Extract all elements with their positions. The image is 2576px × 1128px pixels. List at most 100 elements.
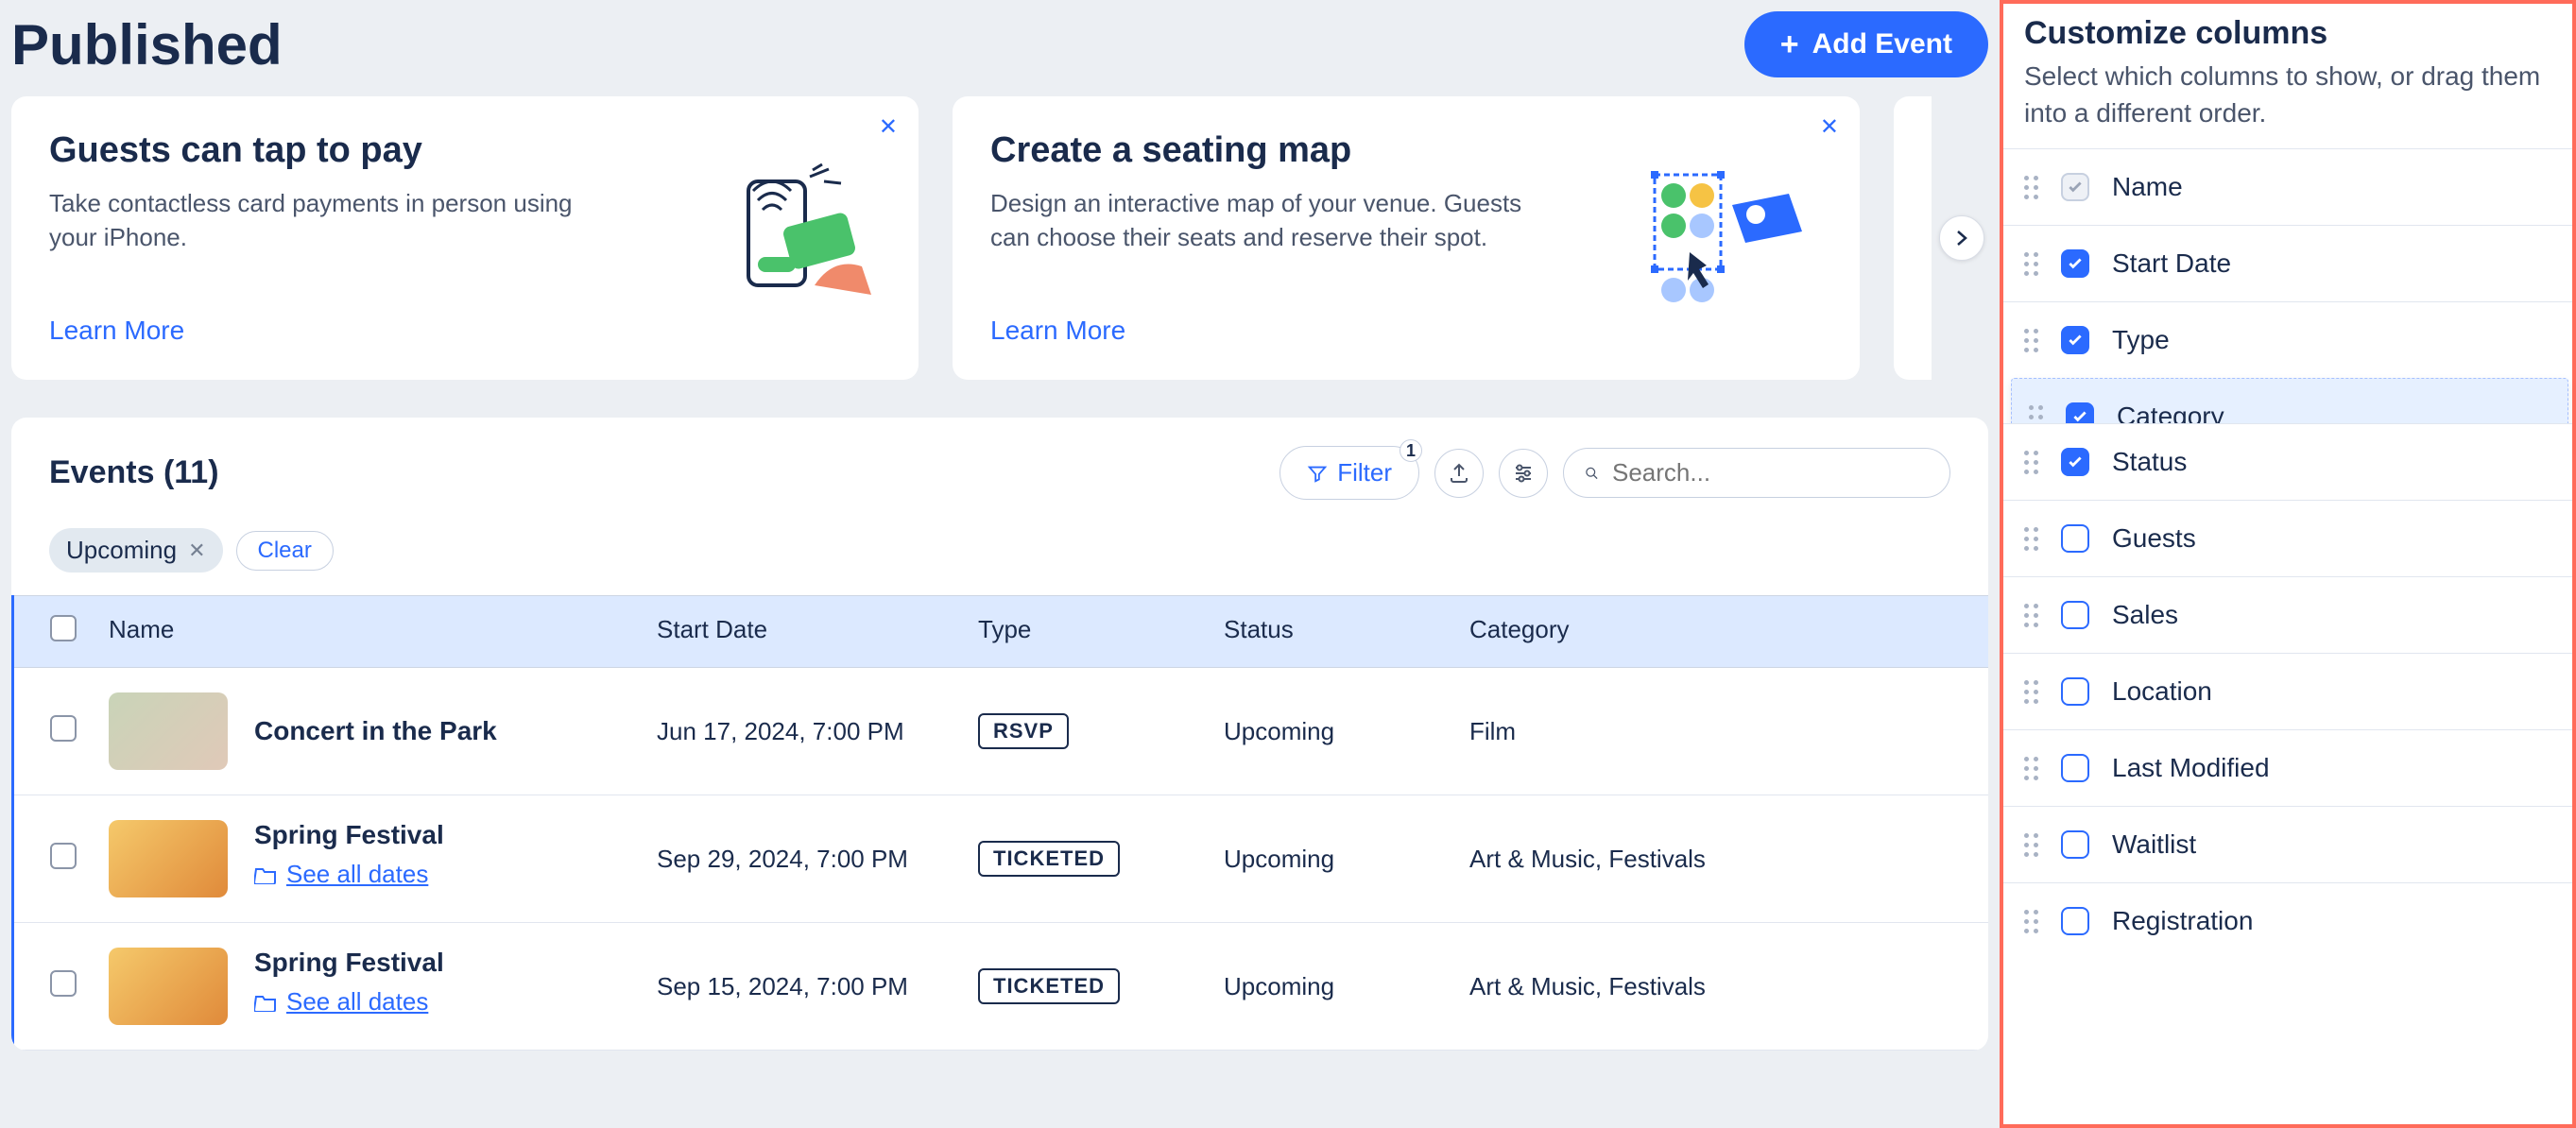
category-cell: Art & Music, Festivals	[1469, 845, 1988, 874]
table-row[interactable]: Concert in the Park Jun 17, 2024, 7:00 P…	[14, 668, 1988, 795]
type-badge: RSVP	[978, 713, 1069, 749]
category-cell: Art & Music, Festivals	[1469, 972, 1988, 1001]
card-title: Guests can tap to pay	[49, 130, 692, 171]
add-event-button[interactable]: + Add Event	[1744, 11, 1988, 77]
column-checkbox[interactable]	[2061, 754, 2089, 782]
column-header-type[interactable]: Type	[978, 615, 1224, 648]
column-checkbox[interactable]	[2061, 677, 2089, 706]
row-select-cell	[14, 715, 109, 748]
column-item[interactable]: Waitlist	[2003, 806, 2572, 882]
drag-handle-icon[interactable]	[2024, 680, 2038, 704]
column-item[interactable]: Last Modified	[2003, 729, 2572, 806]
page-header: Published + Add Event	[11, 11, 1988, 96]
drag-handle-icon[interactable]	[2024, 604, 2038, 627]
seating-map-illustration	[1633, 130, 1822, 346]
column-checkbox[interactable]	[2061, 448, 2089, 476]
column-checkbox[interactable]	[2061, 830, 2089, 859]
panel-subtitle: Select which columns to show, or drag th…	[2003, 58, 2572, 148]
column-item[interactable]: Type	[2003, 301, 2572, 378]
column-label: Status	[2112, 447, 2187, 477]
filter-label: Filter	[1337, 458, 1392, 487]
event-name: Spring Festival	[254, 820, 444, 850]
column-header-status[interactable]: Status	[1224, 615, 1469, 648]
column-label: Guests	[2112, 523, 2196, 554]
card-body: Guests can tap to pay Take contactless c…	[49, 130, 692, 346]
see-all-dates-link[interactable]: See all dates	[254, 860, 444, 889]
column-label: Type	[2112, 325, 2170, 355]
column-label: Last Modified	[2112, 753, 2270, 783]
remove-chip-icon[interactable]: ✕	[188, 538, 205, 563]
learn-more-link[interactable]: Learn More	[49, 316, 692, 346]
column-header-start-date[interactable]: Start Date	[657, 615, 978, 648]
start-date-cell: Sep 29, 2024, 7:00 PM	[657, 845, 978, 874]
drag-handle-icon[interactable]	[2024, 252, 2038, 276]
column-list: Name Start Date Type Category Status Gue…	[2003, 148, 2572, 959]
type-cell: TICKETED	[978, 968, 1224, 1004]
search-input[interactable]	[1612, 458, 1929, 487]
promo-cards-row: ✕ Guests can tap to pay Take contactless…	[11, 96, 1988, 380]
app-root: Published + Add Event ✕ Guests can tap t…	[0, 0, 2576, 1128]
carousel-next-button[interactable]	[1939, 215, 1984, 261]
column-item[interactable]: Start Date	[2003, 225, 2572, 301]
clear-filters-button[interactable]: Clear	[236, 531, 334, 571]
column-checkbox[interactable]	[2061, 249, 2089, 278]
event-name: Concert in the Park	[254, 716, 497, 746]
column-checkbox[interactable]	[2061, 907, 2089, 935]
see-all-dates-link[interactable]: See all dates	[254, 987, 444, 1017]
close-icon[interactable]: ✕	[879, 113, 898, 141]
export-button[interactable]	[1434, 449, 1484, 498]
panel-title: Customize columns	[2003, 15, 2572, 58]
events-title: Events (11)	[49, 454, 219, 491]
column-checkbox[interactable]	[2061, 524, 2089, 553]
sliders-icon	[1512, 462, 1535, 485]
search-icon	[1585, 463, 1599, 484]
name-cell: Concert in the Park	[109, 692, 657, 770]
drag-handle-icon[interactable]	[2024, 833, 2038, 857]
folder-icon	[254, 993, 277, 1012]
events-header: Events (11) Filter 1	[11, 418, 1988, 528]
upload-icon	[1448, 462, 1470, 485]
column-item[interactable]: Location	[2003, 653, 2572, 729]
filter-button[interactable]: Filter 1	[1279, 446, 1419, 500]
column-label: Waitlist	[2112, 829, 2196, 860]
drag-handle-icon[interactable]	[2024, 910, 2038, 933]
row-checkbox[interactable]	[50, 843, 77, 869]
select-all-checkbox[interactable]	[50, 615, 77, 641]
column-header-name[interactable]: Name	[109, 615, 657, 648]
drag-handle-icon[interactable]	[2024, 451, 2038, 474]
row-checkbox[interactable]	[50, 715, 77, 742]
settings-button[interactable]	[1499, 449, 1548, 498]
column-header-category[interactable]: Category	[1469, 615, 1988, 648]
filter-count-badge: 1	[1400, 439, 1422, 462]
event-thumbnail	[109, 820, 228, 897]
column-label: Registration	[2112, 906, 2253, 936]
column-checkbox[interactable]	[2061, 326, 2089, 354]
name-cell: Spring Festival See all dates	[109, 820, 657, 897]
card-body: Create a seating map Design an interacti…	[990, 130, 1633, 346]
drag-handle-icon[interactable]	[2024, 527, 2038, 551]
table-row[interactable]: Spring Festival See all dates Sep 15, 20…	[14, 923, 1988, 1051]
close-icon[interactable]: ✕	[1820, 113, 1839, 141]
column-checkbox[interactable]	[2061, 601, 2089, 629]
promo-card-seating-map: ✕ Create a seating map Design an interac…	[953, 96, 1860, 380]
drag-handle-icon[interactable]	[2024, 176, 2038, 199]
search-field[interactable]	[1563, 448, 1950, 498]
table-row[interactable]: Spring Festival See all dates Sep 29, 20…	[14, 795, 1988, 923]
main-content: Published + Add Event ✕ Guests can tap t…	[0, 0, 2000, 1128]
name-cell: Spring Festival See all dates	[109, 948, 657, 1025]
event-thumbnail	[109, 948, 228, 1025]
row-checkbox[interactable]	[50, 970, 77, 997]
drag-handle-icon[interactable]	[2024, 329, 2038, 352]
column-item[interactable]: Name	[2003, 148, 2572, 225]
column-item[interactable]: Registration	[2003, 882, 2572, 959]
column-label: Sales	[2112, 600, 2178, 630]
column-item[interactable]: Sales	[2003, 576, 2572, 653]
column-item[interactable]: Status	[2003, 423, 2572, 500]
learn-more-link[interactable]: Learn More	[990, 316, 1633, 346]
column-label: Start Date	[2112, 248, 2231, 279]
status-cell: Upcoming	[1224, 717, 1469, 746]
drag-handle-icon[interactable]	[2024, 757, 2038, 780]
column-item[interactable]: Guests	[2003, 500, 2572, 576]
type-cell: RSVP	[978, 713, 1224, 749]
start-date-cell: Jun 17, 2024, 7:00 PM	[657, 717, 978, 746]
